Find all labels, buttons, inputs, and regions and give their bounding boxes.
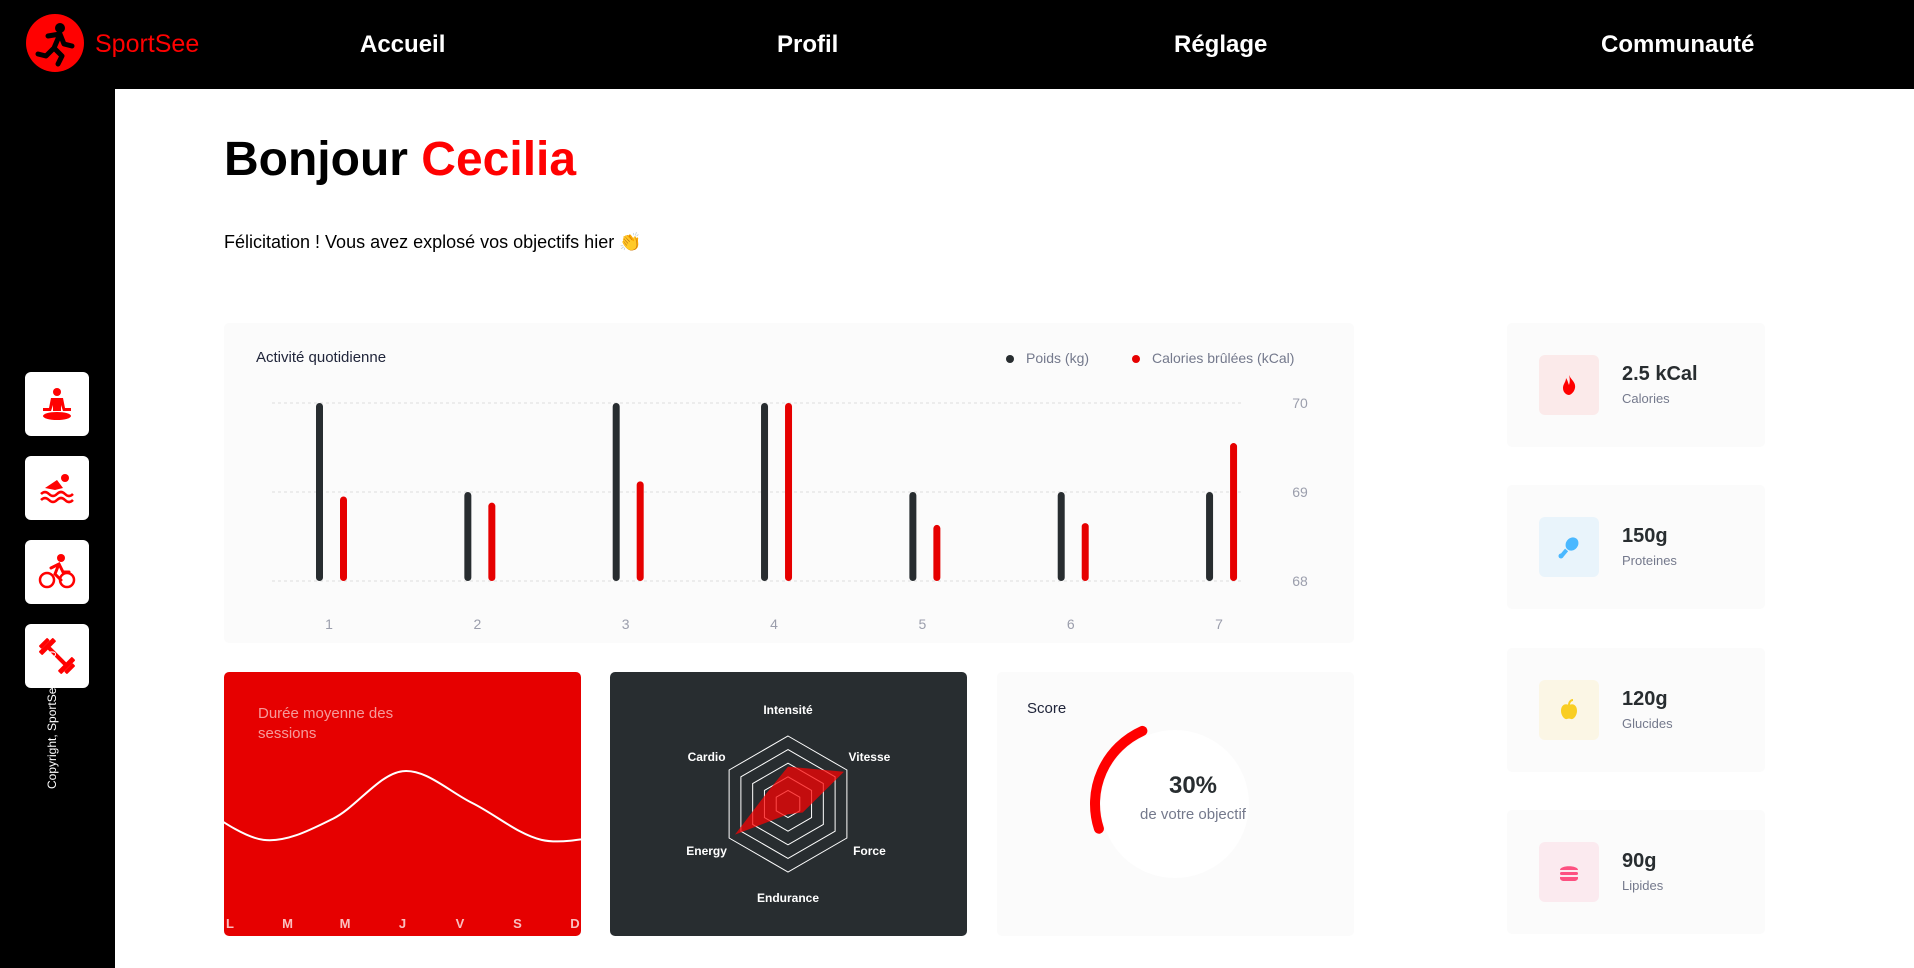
sessions-line — [224, 770, 581, 843]
top-navbar: SportSee Accueil Profil Réglage Communau… — [0, 0, 1914, 89]
performance-radar-plot: Intensité Vitesse Force Endurance Energy Card… — [686, 703, 891, 905]
y-tick-label: 70 — [1292, 395, 1308, 411]
lipids-value: 90g — [1622, 850, 1657, 872]
radar-axis-label: Cardio — [688, 750, 726, 764]
score-value: 30% — [1168, 772, 1218, 799]
nav-link-accueil[interactable]: Accueil — [360, 31, 445, 59]
calories-bar[interactable] — [340, 496, 347, 581]
key-data-carbs-card: 120g Glucides — [1507, 648, 1765, 772]
calories-bar[interactable] — [488, 502, 496, 581]
carbs-value: 120g — [1622, 688, 1668, 710]
x-tick-label: 5 — [918, 616, 926, 632]
calories-bar[interactable] — [636, 481, 644, 581]
y-tick-label: 68 — [1292, 573, 1308, 589]
swim-icon — [40, 474, 74, 504]
average-sessions-chart: L M M J V S D Durée moyenne des sessions — [224, 672, 581, 936]
legend-calories-label: Calories brûlées (kCal) — [1152, 350, 1295, 366]
burger-icon — [1560, 866, 1578, 881]
nav-link-profil[interactable]: Profil — [777, 31, 838, 59]
nav-link-reglage[interactable]: Réglage — [1174, 31, 1267, 59]
weight-bar[interactable] — [612, 403, 620, 581]
flame-icon — [1563, 375, 1576, 395]
daily-activity-chart: 68 69 70 1 2 3 4 5 6 7 Activité quotidienne Poids… — [224, 323, 1354, 643]
day-label: M — [282, 916, 293, 931]
x-tick-label: 6 — [1067, 616, 1075, 632]
x-tick-label: 1 — [325, 616, 333, 632]
day-label: L — [226, 916, 234, 931]
key-data-icon-box — [1539, 842, 1599, 902]
yoga-icon — [43, 388, 71, 420]
legend-weight-dot — [1006, 355, 1014, 364]
bike-icon — [38, 554, 76, 589]
legend-calories-dot — [1132, 355, 1140, 364]
proteins-value: 150g — [1622, 525, 1668, 547]
weight-bar[interactable] — [909, 492, 917, 581]
radar-axis-label: Endurance — [757, 891, 819, 905]
x-tick-label: 7 — [1215, 616, 1223, 632]
performance-radar-chart: Intensité Vitesse Force Endurance Energy Card… — [610, 672, 967, 936]
radar-axis-label: Energy — [686, 844, 727, 858]
yoga-button[interactable] — [25, 372, 89, 436]
calories-bar[interactable] — [785, 403, 793, 581]
day-label: V — [456, 916, 465, 931]
key-data-proteins-card: 150g Proteines — [1507, 485, 1765, 609]
day-label: J — [399, 916, 406, 931]
copyright-text: Copyright, SportSee 2020 — [45, 650, 59, 789]
sidebar: Copyright, SportSee 2020 — [0, 89, 115, 968]
congrats-message: Félicitation ! Vous avez explosé vos obj… — [224, 232, 642, 252]
radar-axis-label: Force — [853, 844, 886, 858]
activity-chart-title: Activité quotidienne — [256, 349, 387, 366]
x-tick-label: 2 — [473, 616, 481, 632]
brand-name[interactable]: SportSee — [95, 30, 199, 59]
swim-button[interactable] — [25, 456, 89, 520]
key-data-lipids-card: 90g Lipides — [1507, 810, 1765, 934]
sportsee-logo-icon[interactable] — [26, 14, 84, 72]
weight-bar[interactable] — [761, 403, 769, 581]
x-tick-label: 3 — [622, 616, 630, 632]
score-chart-title: Score — [1027, 700, 1067, 717]
legend-weight: Poids (kg) — [1006, 350, 1089, 366]
lipids-label: Lipides — [1622, 878, 1664, 893]
carbs-label: Glucides — [1622, 716, 1673, 731]
key-data-icon-box — [1539, 680, 1599, 740]
chicken-leg-icon — [1558, 537, 1579, 559]
calories-bar[interactable] — [933, 524, 941, 581]
radar-axis-label: Vitesse — [849, 750, 891, 764]
calories-value: 2.5 kCal — [1622, 363, 1698, 385]
weight-bar[interactable] — [464, 492, 472, 581]
weight-bar[interactable] — [316, 403, 323, 581]
radar-area — [734, 766, 844, 835]
day-label: S — [513, 916, 522, 931]
legend-weight-label: Poids (kg) — [1026, 350, 1090, 366]
day-label: M — [340, 916, 351, 931]
legend-calories: Calories brûlées (kCal) — [1132, 350, 1294, 366]
key-data-icon-box — [1539, 355, 1599, 415]
daily-activity-plot: 68 69 70 1 2 3 4 5 6 7 — [272, 395, 1308, 632]
user-first-name: Cecilia — [421, 133, 577, 186]
weight-bar[interactable] — [1057, 492, 1065, 581]
sessions-chart-title: Durée moyenne des sessions — [258, 705, 394, 742]
greeting-hello: Bonjour — [224, 133, 422, 186]
calories-bar[interactable] — [1081, 523, 1089, 581]
radar-axis-label: Intensité — [763, 703, 813, 717]
score-chart: Score 30% de votre objectif — [997, 672, 1354, 936]
day-label: D — [570, 916, 579, 931]
key-data-calories-card: 2.5 kCal Calories — [1507, 323, 1765, 447]
nav-link-communaute[interactable]: Communauté — [1601, 31, 1754, 59]
calories-bar[interactable] — [1230, 443, 1238, 581]
y-tick-label: 69 — [1292, 484, 1308, 500]
proteins-label: Proteines — [1622, 553, 1677, 568]
x-tick-label: 4 — [770, 616, 778, 632]
weight-bar[interactable] — [1206, 492, 1214, 581]
score-label: de votre objectif — [1140, 806, 1246, 823]
page-title: Bonjour Cecilia — [224, 132, 576, 187]
calories-label: Calories — [1622, 391, 1670, 406]
key-data-icon-box — [1539, 517, 1599, 577]
apple-icon — [1561, 699, 1577, 720]
